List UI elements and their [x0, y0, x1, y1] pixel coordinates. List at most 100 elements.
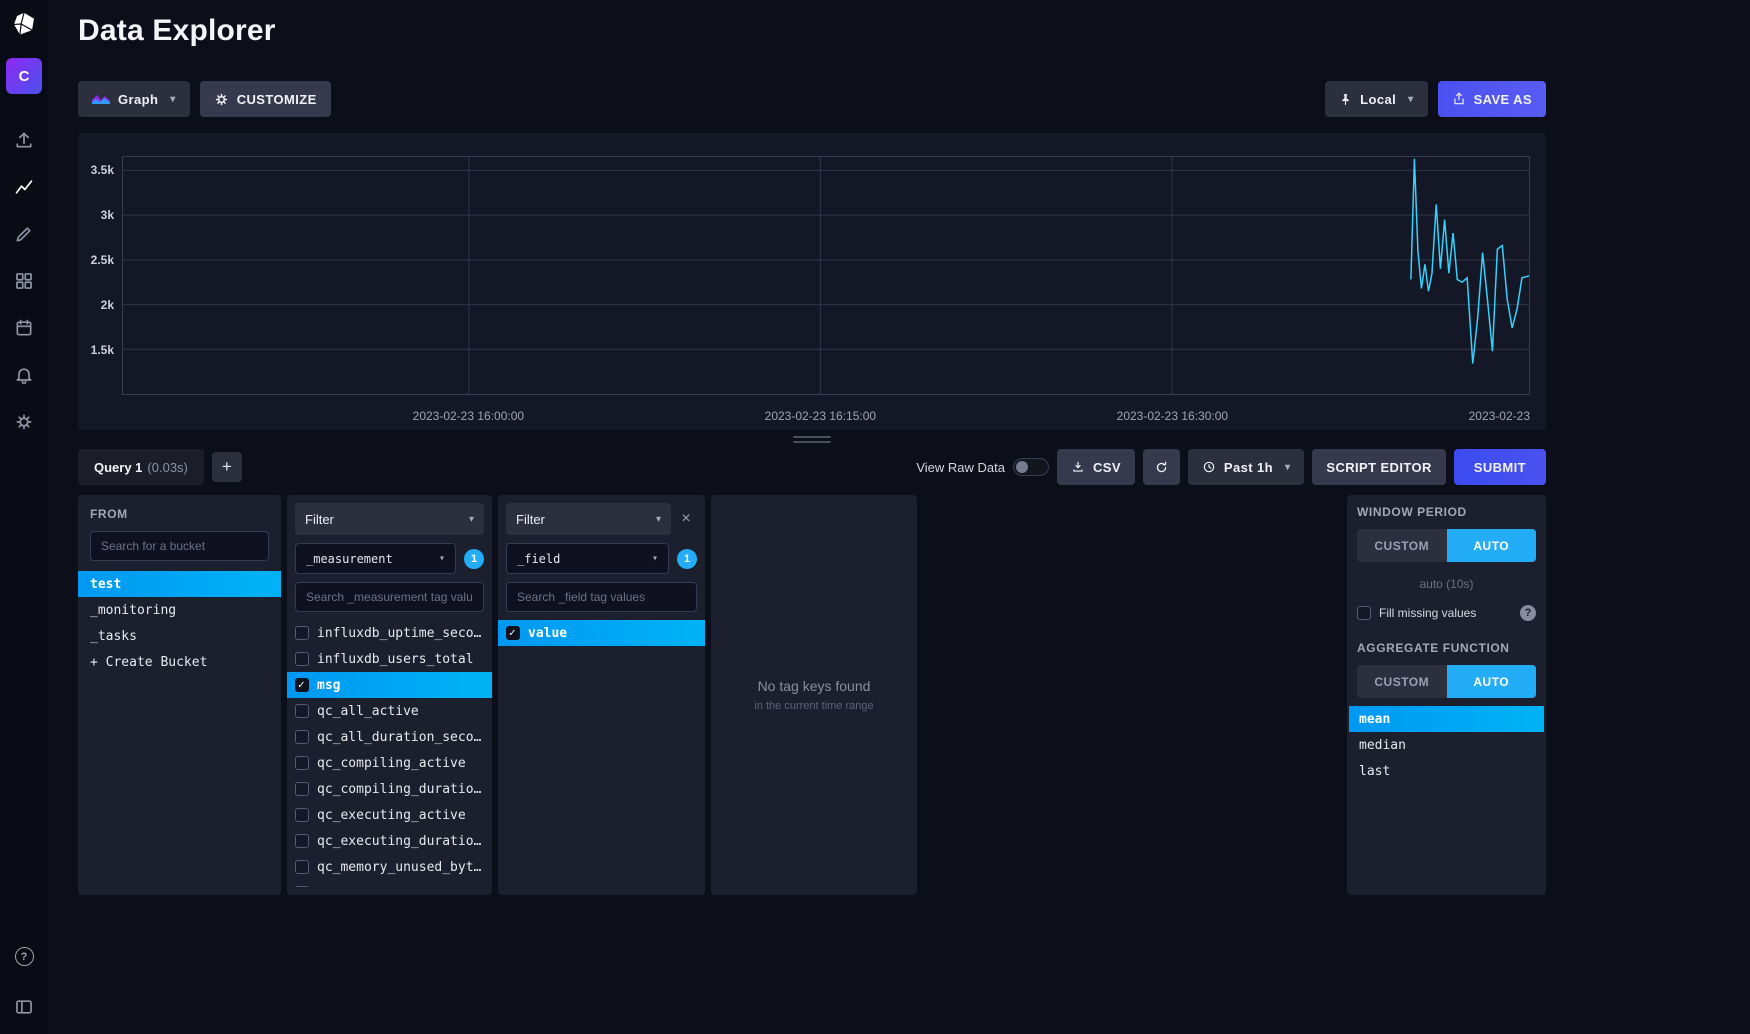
org-avatar[interactable]: C [6, 58, 42, 94]
chevron-down-icon: ▾ [656, 514, 661, 525]
measurement-list-item[interactable]: qc_compiling_duration_seconds [287, 776, 492, 802]
empty-state-title: No tag keys found [758, 678, 871, 694]
script-editor-label: SCRIPT EDITOR [1326, 460, 1431, 475]
save-as-button[interactable]: SAVE AS [1438, 81, 1546, 117]
aggregate-function-item[interactable]: mean [1349, 706, 1544, 732]
refresh-icon [1154, 460, 1169, 475]
chevron-down-icon: ▾ [439, 553, 445, 564]
measurement-list-item[interactable]: qc_all_duration_seconds [287, 724, 492, 750]
gear-icon[interactable] [0, 398, 48, 445]
measurement-key-label: _measurement [306, 552, 393, 566]
local-dropdown[interactable]: Local ▾ [1325, 81, 1427, 117]
checkbox-icon [295, 782, 309, 796]
measurement-list-item[interactable]: qc_executing_duration_seconds [287, 828, 492, 854]
bucket-list-item[interactable]: _monitoring [78, 597, 281, 623]
measurement-list: influxdb_uptime_seconds influxdb_users_t… [287, 620, 492, 887]
aggregate-function-label: AGGREGATE FUNCTION [1357, 641, 1536, 655]
script-editor-button[interactable]: SCRIPT EDITOR [1312, 449, 1445, 485]
query-tab[interactable]: Query 1 (0.03s) [78, 449, 204, 485]
upload-icon[interactable] [0, 116, 48, 163]
field-list-item[interactable]: value [498, 620, 705, 646]
window-auto-value: auto (10s) [1357, 577, 1536, 591]
time-range-dropdown[interactable]: Past 1h ▾ [1188, 449, 1304, 485]
tag-key-row: _field ▾ 1 [506, 543, 697, 574]
window-auto-button[interactable]: AUTO [1447, 529, 1537, 562]
view-raw-data-toggle[interactable] [1013, 458, 1049, 476]
add-query-button[interactable]: + [212, 452, 242, 482]
filter-type-dropdown[interactable]: Filter ▾ [506, 503, 671, 535]
help-icon[interactable]: ? [1520, 605, 1536, 621]
measurement-filter-panel: Filter ▾ _measurement ▾ 1 influxdb_uptim… [287, 495, 492, 895]
query-bar: Query 1 (0.03s) + View Raw Data CSV Past… [78, 449, 1546, 485]
checkbox-icon [295, 704, 309, 718]
checkbox-icon[interactable] [1357, 606, 1371, 620]
bucket-list-item[interactable]: _tasks [78, 623, 281, 649]
remove-filter-button[interactable]: × [675, 510, 697, 528]
customize-label: CUSTOMIZE [237, 92, 317, 107]
chevron-down-icon: ▾ [170, 94, 175, 105]
query-duration: (0.03s) [147, 460, 187, 475]
refresh-button[interactable] [1143, 449, 1180, 485]
aggregate-custom-button[interactable]: CUSTOM [1357, 665, 1447, 698]
chevron-down-icon: ▾ [652, 553, 658, 564]
graph-type-icon [92, 92, 110, 107]
customize-button[interactable]: CUSTOMIZE [200, 81, 331, 117]
local-label: Local [1360, 92, 1396, 107]
field-key-dropdown[interactable]: _field ▾ [506, 543, 669, 574]
window-custom-button[interactable]: CUSTOM [1357, 529, 1447, 562]
measurement-search-input[interactable] [295, 582, 484, 612]
bell-icon[interactable] [0, 351, 48, 398]
resize-handle[interactable] [78, 430, 1546, 449]
measurement-list-item[interactable]: qc_executing_active [287, 802, 492, 828]
gear-icon [214, 92, 229, 107]
checkbox-icon [295, 834, 309, 848]
checkbox-icon [506, 626, 520, 640]
sidebar-bottom: ? [0, 947, 48, 1034]
sidebar-toggle-icon[interactable] [0, 992, 48, 1022]
calendar-icon[interactable] [0, 304, 48, 351]
measurement-list-item[interactable]: qc_compiling_active [287, 750, 492, 776]
measurement-list-item[interactable]: influxdb_uptime_seconds [287, 620, 492, 646]
bucket-search-input[interactable] [90, 531, 269, 561]
dashboards-icon[interactable] [0, 257, 48, 304]
chart-x-axis: 2023-02-23 16:00:002023-02-23 16:15:0020… [122, 407, 1530, 423]
toggle-knob [1016, 461, 1028, 473]
toolbar: Graph ▾ CUSTOMIZE Local ▾ SAVE AS [78, 81, 1546, 117]
filter-panel-head: Filter ▾ [295, 503, 484, 535]
bucket-list-item[interactable]: test [78, 571, 281, 597]
page-title: Data Explorer [78, 14, 1546, 48]
field-search-input[interactable] [506, 582, 697, 612]
measurement-list-item[interactable]: qc_memory_unused_bytes [287, 854, 492, 880]
pencil-icon[interactable] [0, 210, 48, 257]
query-builder: FROM test _monitoring _tasks [78, 495, 1546, 895]
aggregate-auto-button[interactable]: AUTO [1447, 665, 1537, 698]
chart-plot-area[interactable] [122, 156, 1530, 395]
influxdb-logo[interactable] [0, 0, 48, 48]
sidebar: C ? [0, 0, 48, 1034]
aggregate-function-item[interactable]: median [1349, 732, 1544, 758]
submit-button[interactable]: SUBMIT [1454, 449, 1546, 485]
aggregate-function-list: mean median last [1349, 706, 1544, 885]
measurement-list-item[interactable]: influxdb_users_total [287, 646, 492, 672]
visualization-type-dropdown[interactable]: Graph ▾ [78, 81, 190, 117]
chart-svg [123, 157, 1529, 394]
empty-state-subtitle: in the current time range [754, 700, 873, 712]
measurement-list-item[interactable]: qc_all_active [287, 698, 492, 724]
measurement-key-dropdown[interactable]: _measurement ▾ [295, 543, 456, 574]
measurement-list-item[interactable]: qc_queueing_active [287, 880, 492, 887]
chevron-down-icon: ▾ [1408, 94, 1413, 105]
filter-type-dropdown[interactable]: Filter ▾ [295, 503, 484, 535]
chevron-down-icon: ▾ [1285, 462, 1290, 473]
chevron-down-icon: ▾ [469, 514, 474, 525]
graph-icon[interactable] [0, 163, 48, 210]
visualization-type-label: Graph [118, 92, 158, 107]
aggregate-function-item[interactable]: last [1349, 758, 1544, 784]
csv-button[interactable]: CSV [1057, 449, 1135, 485]
save-icon [1452, 92, 1466, 106]
help-icon[interactable]: ? [15, 947, 34, 966]
checkbox-icon [295, 626, 309, 640]
field-key-label: _field [517, 552, 560, 566]
measurement-list-item[interactable]: msg [287, 672, 492, 698]
bucket-list-item[interactable]: + Create Bucket [78, 649, 281, 675]
tag-key-row: _measurement ▾ 1 [295, 543, 484, 574]
